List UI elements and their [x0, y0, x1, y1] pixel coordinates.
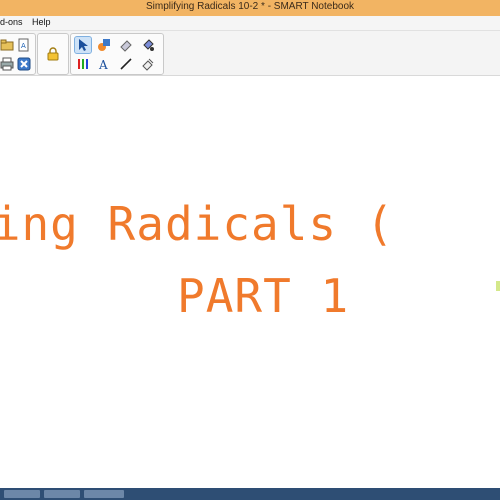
taskbar: [0, 488, 500, 500]
toolbar-group-file: A: [0, 33, 36, 75]
shapes-icon[interactable]: [96, 37, 112, 53]
magic-eraser-icon[interactable]: [140, 56, 156, 72]
taskbar-item[interactable]: [84, 490, 124, 498]
line-icon[interactable]: [118, 56, 134, 72]
toolbar-group-lock: [37, 33, 69, 75]
print-icon[interactable]: [0, 56, 15, 72]
page-icon[interactable]: A: [16, 37, 32, 53]
text-icon[interactable]: A: [96, 56, 112, 72]
select-icon[interactable]: [74, 36, 92, 54]
taskbar-item[interactable]: [4, 490, 40, 498]
window-title: Simplifying Radicals 10-2 * - SMART Note…: [145, 1, 355, 12]
fill-icon[interactable]: [140, 37, 156, 53]
side-tab-handle[interactable]: [496, 281, 500, 291]
svg-text:A: A: [21, 42, 26, 50]
eraser-icon[interactable]: [118, 37, 134, 53]
menu-item-help[interactable]: Help: [32, 17, 51, 27]
notebook-canvas[interactable]: lifying Radicals ( PART 1: [0, 76, 500, 488]
menu-bar: d-ons Help: [0, 16, 500, 31]
taskbar-item[interactable]: [44, 490, 80, 498]
title-bar[interactable]: Simplifying Radicals 10-2 * - SMART Note…: [0, 0, 500, 17]
svg-text:A: A: [98, 58, 108, 71]
toolbar: A A: [0, 31, 500, 76]
lock-icon[interactable]: [45, 46, 61, 62]
delete-icon[interactable]: [16, 56, 32, 72]
open-icon[interactable]: [0, 37, 15, 53]
slide-title-line-1: lifying Radicals (: [0, 197, 395, 251]
slide-title-line-2: PART 1: [177, 269, 350, 323]
pens-icon[interactable]: [75, 56, 91, 72]
menu-item-addons[interactable]: d-ons: [0, 17, 23, 27]
toolbar-group-drawing: A: [70, 33, 164, 75]
